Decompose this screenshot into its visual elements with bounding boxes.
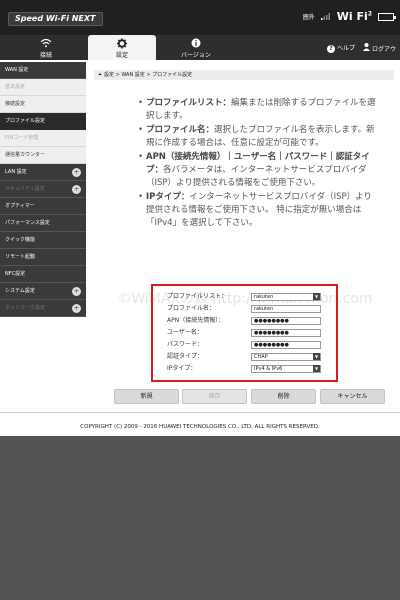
help-item: プロファイル名：選択したプロファイル名を表示します。新規に作成する場合は、任意に…	[138, 124, 378, 150]
wifi-icon	[12, 38, 80, 50]
tab-settings[interactable]: 設定	[88, 35, 156, 60]
top-bar: Speed Wi-Fi NEXT 圏外 Wi Fi2	[0, 0, 400, 35]
new-button[interactable]: 新規	[114, 389, 179, 404]
status-area: 圏外 Wi Fi2	[302, 10, 396, 23]
battery-icon	[378, 12, 396, 21]
sidebar-item-performance[interactable]: パフォーマンス設定	[0, 215, 86, 232]
help-item: APN（接続先情報）｜ユーザー名｜パスワード｜認証タイプ：各パラメータは、インタ…	[138, 151, 378, 190]
expand-icon: +	[72, 287, 81, 296]
brand-logo: Speed Wi-Fi NEXT	[8, 12, 103, 26]
help-text: プロファイルリスト：編集または削除するプロファイルを選択します。 プロファイル名…	[138, 97, 378, 231]
help-item: IPタイプ：インターネットサービスプロバイダ（ISP）より提供される情報をご使用…	[138, 191, 378, 230]
save-button: 保存	[182, 389, 247, 404]
apn-input[interactable]: ●●●●●●●●	[251, 317, 321, 325]
sidebar-item-network: ネットワーク設定 +	[0, 300, 86, 317]
auth-type-select[interactable]: CHAP	[251, 353, 321, 361]
sidebar: WAN 設定 基本設定 接続設定 プロファイル設定 PINコード管理 通信量カウ…	[0, 62, 86, 317]
sidebar-item-system[interactable]: システム設定 +	[0, 283, 86, 300]
gear-icon	[88, 38, 156, 50]
help-icon: ?	[327, 45, 336, 53]
divider	[0, 412, 400, 413]
profile-list-select[interactable]: rakuten	[251, 293, 321, 301]
signal-bars-icon	[320, 12, 331, 22]
wifi-status: Wi Fi2	[336, 10, 372, 23]
delete-button[interactable]: 削除	[251, 389, 316, 404]
sidebar-item-remote-wake[interactable]: リモート起動	[0, 249, 86, 266]
help-link[interactable]: ? ヘルプ	[327, 43, 355, 53]
tab-connection[interactable]: 接続	[12, 35, 80, 60]
profile-form: プロファイルリスト： rakuten プロファイル名： rakuten APN（…	[151, 284, 338, 382]
sidebar-item-lan[interactable]: LAN 設定 +	[0, 164, 86, 181]
sidebar-item-connection[interactable]: 接続設定	[0, 96, 86, 113]
breadcrumb: ⏶ 設定 > WAN 設定 > プロファイル設定	[94, 70, 394, 80]
profile-name-input[interactable]: rakuten	[251, 305, 321, 313]
main-nav: 接続 設定 バージョン ? ヘルプ ログアウ	[0, 35, 400, 60]
sidebar-item-security: セキュリティ設定 +	[0, 181, 86, 198]
nav-right-links: ? ヘルプ ログアウ	[327, 43, 396, 53]
sidebar-item-traffic[interactable]: 通信量カウンター	[0, 147, 86, 164]
password-input[interactable]: ●●●●●●●●	[251, 341, 321, 349]
expand-icon: +	[72, 168, 81, 177]
tab-version[interactable]: バージョン	[162, 35, 230, 60]
logout-link[interactable]: ログアウ	[363, 43, 396, 53]
page-bottom-area	[0, 436, 400, 600]
info-icon	[162, 38, 230, 50]
sidebar-item-nfc[interactable]: NFC設定	[0, 266, 86, 283]
username-input[interactable]: ●●●●●●●●	[251, 329, 321, 337]
cancel-button[interactable]: キャンセル	[320, 389, 385, 404]
sidebar-item-optimizer[interactable]: オプティマー	[0, 198, 86, 215]
expand-icon: +	[72, 304, 81, 313]
ip-type-select[interactable]: IPv4 & IPv6	[251, 365, 321, 373]
sidebar-item-wan[interactable]: WAN 設定	[0, 62, 86, 79]
sidebar-item-basic: 基本設定	[0, 79, 86, 96]
sidebar-item-quick[interactable]: クイック機能	[0, 232, 86, 249]
sidebar-item-profile[interactable]: プロファイル設定	[0, 113, 86, 130]
copyright: COPYRIGHT (C) 2009 - 2016 HUAWEI TECHNOL…	[80, 424, 320, 430]
sidebar-item-pin: PINコード管理	[0, 130, 86, 147]
expand-icon: +	[72, 185, 81, 194]
help-item: プロファイルリスト：編集または削除するプロファイルを選択します。	[138, 97, 378, 123]
user-icon	[363, 43, 372, 53]
signal-status: 圏外	[302, 14, 315, 21]
